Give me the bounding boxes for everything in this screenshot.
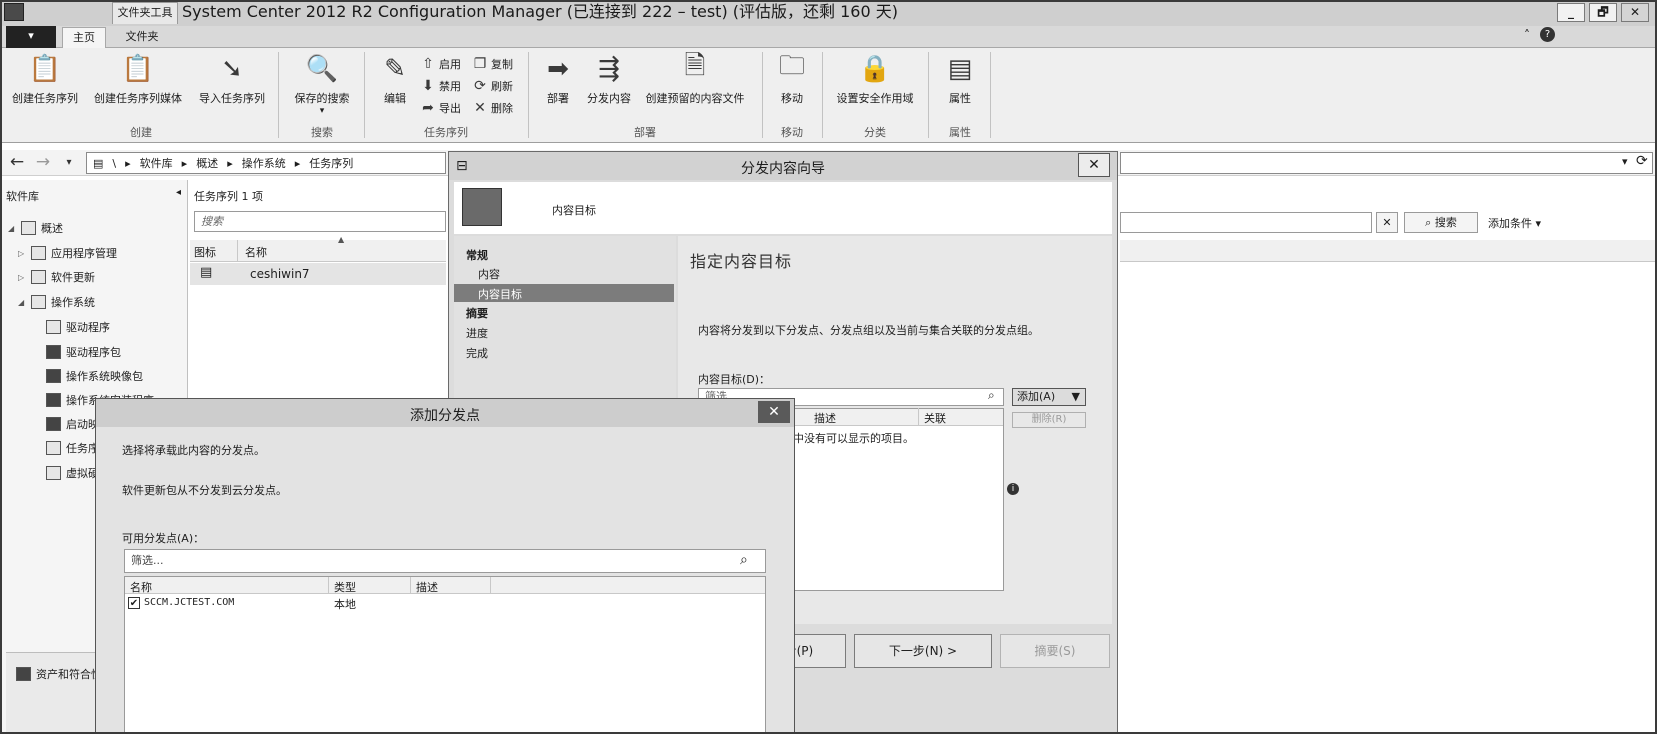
screenshot-frame [0,0,1657,734]
